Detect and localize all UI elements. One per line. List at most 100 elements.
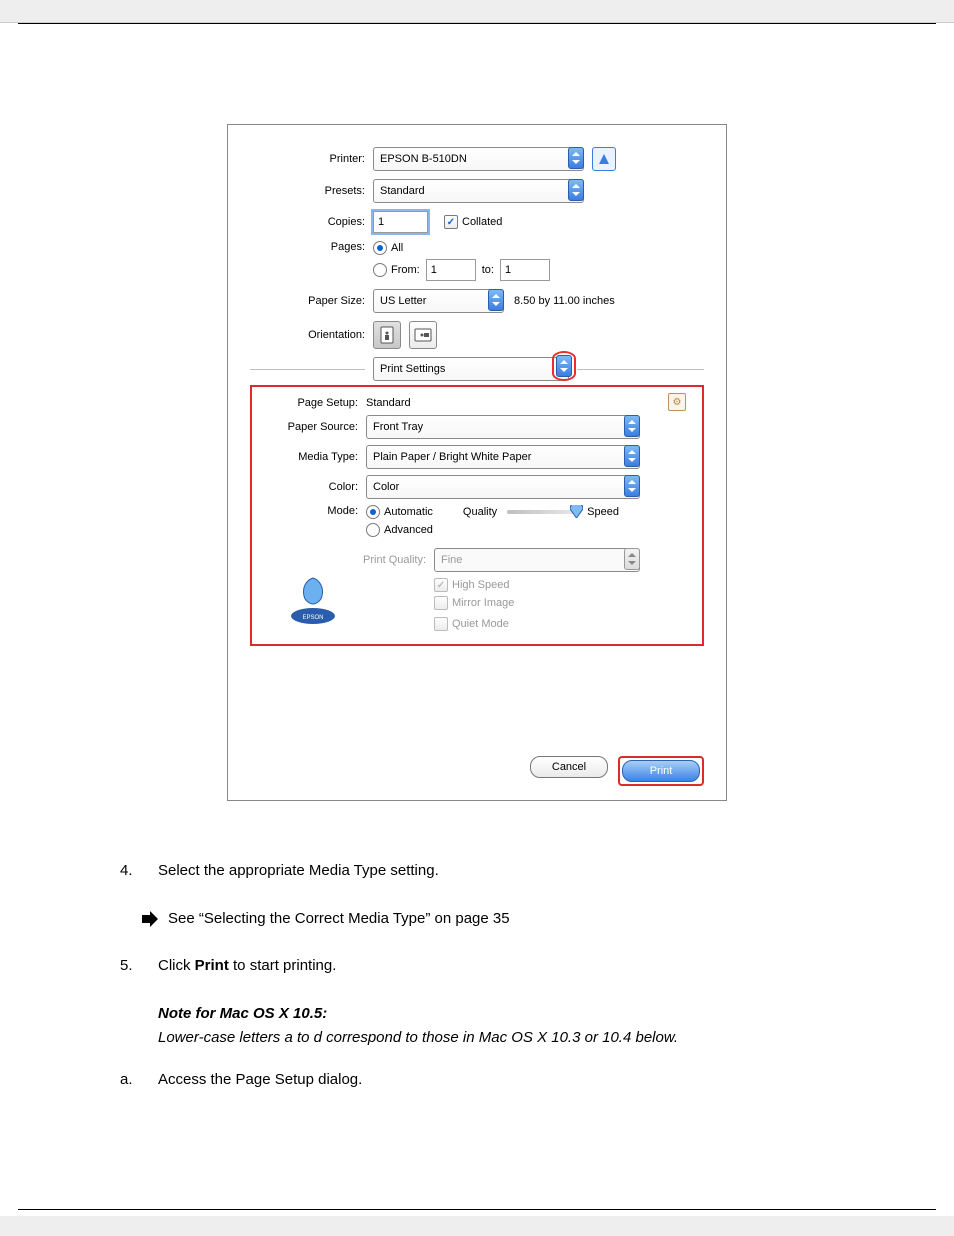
arrow-right-icon xyxy=(142,911,158,927)
separator-line xyxy=(577,369,704,370)
presets-select[interactable]: Standard xyxy=(373,179,584,203)
pages-to-label: to: xyxy=(482,264,494,276)
select-arrows-icon xyxy=(624,475,640,497)
step-text: Access the Page Setup dialog. xyxy=(158,1070,894,1090)
quiet-mode-label: Quiet Mode xyxy=(452,618,509,630)
slider-speed-label: Speed xyxy=(587,506,619,518)
pages-all-radio[interactable]: All xyxy=(373,241,403,255)
mode-label: Mode: xyxy=(266,505,366,517)
collated-label: Collated xyxy=(462,216,502,228)
color-label: Color: xyxy=(266,481,366,493)
paper-size-dimensions: 8.50 by 11.00 inches xyxy=(514,295,615,307)
orientation-landscape-button[interactable] xyxy=(409,321,437,349)
mirror-image-checkbox: Mirror Image xyxy=(434,596,514,610)
collated-checkbox[interactable]: Collated xyxy=(444,215,502,229)
orientation-landscape-icon xyxy=(414,328,432,342)
step-text: Select the appropriate Media Type settin… xyxy=(158,861,894,881)
presets-label: Presets: xyxy=(250,185,373,197)
select-arrows-icon xyxy=(624,415,640,437)
page-header-band xyxy=(0,0,954,23)
quiet-mode-checkbox: Quiet Mode xyxy=(434,617,509,631)
panel-select-value: Print Settings xyxy=(380,363,445,375)
print-dialog: Printer: EPSON B-510DN Presets: Standard xyxy=(227,124,727,801)
mode-advanced-label: Advanced xyxy=(384,524,433,536)
paper-source-value: Front Tray xyxy=(373,421,423,433)
checkbox-icon xyxy=(434,617,448,631)
mode-automatic-radio[interactable]: Automatic xyxy=(366,505,433,519)
orientation-portrait-button[interactable] xyxy=(373,321,401,349)
mirror-image-label: Mirror Image xyxy=(452,597,514,609)
panel-select[interactable]: Print Settings xyxy=(373,357,569,381)
note-body: Lower-case letters a to d correspond to … xyxy=(158,1028,894,1048)
paper-size-select[interactable]: US Letter xyxy=(373,289,504,313)
slider-quality-label: Quality xyxy=(463,506,497,518)
step-number: 4. xyxy=(120,861,142,881)
paper-size-label: Paper Size: xyxy=(250,295,373,307)
quality-speed-slider[interactable]: Quality Speed xyxy=(463,506,619,518)
printer-select-value: EPSON B-510DN xyxy=(380,153,467,165)
cancel-button-label: Cancel xyxy=(552,761,586,773)
epson-ink-icon: EPSON xyxy=(288,576,338,626)
select-arrows-icon xyxy=(624,548,640,570)
pages-all-label: All xyxy=(391,242,403,254)
checkbox-icon xyxy=(434,578,448,592)
paper-source-label: Paper Source: xyxy=(266,421,366,433)
note-title: Note for Mac OS X 10.5: xyxy=(158,1004,894,1024)
footer-rule xyxy=(18,1209,936,1210)
pages-from-radio[interactable]: From: xyxy=(373,263,420,277)
svg-text:EPSON: EPSON xyxy=(302,615,323,621)
radio-icon xyxy=(373,241,387,255)
high-speed-checkbox: High Speed xyxy=(434,578,510,592)
radio-icon xyxy=(373,263,387,277)
pages-to-input[interactable] xyxy=(500,259,550,281)
paper-source-select[interactable]: Front Tray xyxy=(366,415,640,439)
select-arrows-icon xyxy=(568,179,584,201)
radio-icon xyxy=(366,523,380,537)
see-media-type-link[interactable]: See “Selecting the Correct Media Type” o… xyxy=(168,909,510,929)
page-setup-label: Page Setup: xyxy=(266,397,366,409)
step-number: a. xyxy=(120,1070,142,1090)
header-rule xyxy=(18,23,936,24)
advanced-settings-icon[interactable]: ⚙ xyxy=(668,393,686,411)
print-quality-value: Fine xyxy=(441,554,462,566)
print-settings-panel: ⚙ Page Setup: Standard Paper Source: Fro… xyxy=(250,385,704,646)
checkbox-icon xyxy=(444,215,458,229)
copies-label: Copies: xyxy=(250,216,373,228)
pages-from-input[interactable] xyxy=(426,259,476,281)
mode-advanced-radio[interactable]: Advanced xyxy=(366,523,433,537)
printer-label: Printer: xyxy=(250,153,373,165)
printer-status-button[interactable] xyxy=(592,147,616,171)
color-select[interactable]: Color xyxy=(366,475,640,499)
select-arrows-icon xyxy=(624,445,640,467)
separator-line xyxy=(250,369,365,370)
orientation-portrait-icon xyxy=(380,326,394,344)
paper-size-value: US Letter xyxy=(380,295,426,307)
callout-frame: Print xyxy=(618,756,704,786)
copies-input[interactable] xyxy=(373,211,428,233)
media-type-select[interactable]: Plain Paper / Bright White Paper xyxy=(366,445,640,469)
pages-label: Pages: xyxy=(250,241,373,253)
step-number: 5. xyxy=(120,956,142,976)
print-button-label: Print xyxy=(650,765,673,777)
high-speed-label: High Speed xyxy=(452,579,510,591)
radio-icon xyxy=(366,505,380,519)
print-button[interactable]: Print xyxy=(622,760,700,782)
document-body: 4. Select the appropriate Media Type set… xyxy=(0,831,954,1129)
page-setup-value: Standard xyxy=(366,397,411,409)
select-arrows-icon xyxy=(568,147,584,169)
checkbox-icon xyxy=(434,596,448,610)
media-type-label: Media Type: xyxy=(266,451,366,463)
presets-select-value: Standard xyxy=(380,185,425,197)
color-value: Color xyxy=(373,481,399,493)
select-arrows-icon xyxy=(556,355,572,377)
page-footer-band xyxy=(0,1216,954,1236)
cancel-button[interactable]: Cancel xyxy=(530,756,608,778)
print-quality-select: Fine xyxy=(434,548,640,572)
orientation-label: Orientation: xyxy=(250,329,373,341)
step-text: Click Print to start printing. xyxy=(158,957,336,974)
callout-circle xyxy=(552,351,576,381)
pages-from-label: From: xyxy=(391,264,420,276)
media-type-value: Plain Paper / Bright White Paper xyxy=(373,451,531,463)
printer-select[interactable]: EPSON B-510DN xyxy=(373,147,584,171)
print-quality-label: Print Quality: xyxy=(266,554,434,566)
